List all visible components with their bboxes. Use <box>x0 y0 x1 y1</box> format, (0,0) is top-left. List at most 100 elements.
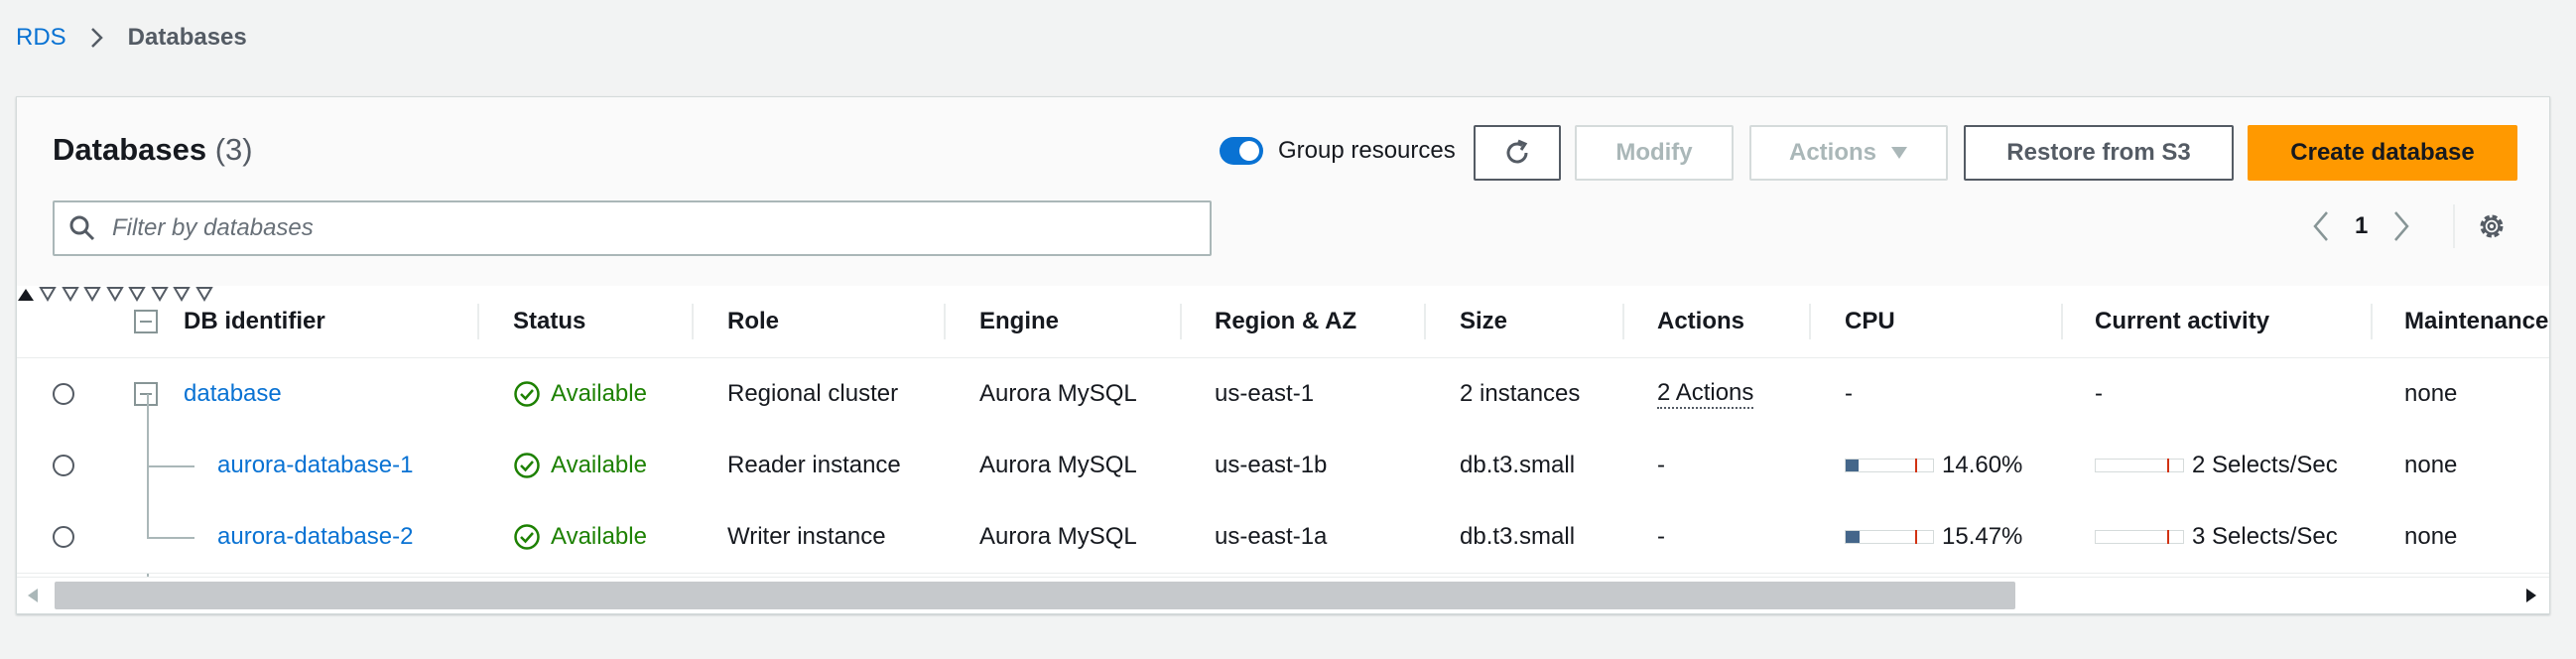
table-row[interactable]: database Available Regional cluster Auro… <box>17 358 2549 431</box>
column-header-actions[interactable]: Actions <box>1657 286 1744 357</box>
create-label: Create database <box>2290 139 2475 166</box>
column-label: Maintenance <box>2404 308 2549 334</box>
db-identifier-link[interactable]: database <box>184 358 282 430</box>
sort-ascending-icon[interactable] <box>17 288 35 302</box>
tree-connector <box>147 465 194 467</box>
breadcrumb: RDS Databases <box>16 24 247 52</box>
actions-label: Actions <box>1788 139 1876 166</box>
column-label: Current activity <box>2095 308 2270 334</box>
modify-button[interactable]: Modify <box>1575 125 1734 181</box>
horizontal-scrollbar[interactable] <box>17 577 2549 613</box>
refresh-icon <box>1506 139 1528 164</box>
page-title: Databases (3) <box>53 132 253 168</box>
column-divider <box>1424 304 1426 339</box>
column-header-role[interactable]: Role <box>727 286 779 357</box>
actions-popover-link[interactable]: 2 Actions <box>1657 379 1754 409</box>
activity-bar <box>2095 459 2184 472</box>
column-header-engine[interactable]: Engine <box>979 286 1059 357</box>
search-icon <box>69 215 95 241</box>
column-label: Actions <box>1657 308 1745 334</box>
db-identifier-link[interactable]: aurora-database-1 <box>217 430 413 501</box>
activity-threshold-marker <box>2167 459 2169 472</box>
scrollbar-thumb[interactable] <box>55 582 2015 609</box>
restore-from-s3-button[interactable]: Restore from S3 <box>1964 125 2234 181</box>
status-badge: Available <box>513 358 647 430</box>
chevron-right-icon[interactable] <box>2391 210 2411 242</box>
gear-icon[interactable] <box>2476 210 2508 242</box>
size-cell: db.t3.small <box>1460 523 1576 550</box>
toggle-switch[interactable] <box>1220 137 1263 165</box>
column-divider <box>2061 304 2063 339</box>
column-header-db-identifier[interactable]: DB identifier <box>184 286 325 357</box>
table-row[interactable]: aurora-database-1 Available Reader insta… <box>17 430 2549 502</box>
group-resources-toggle[interactable]: Group resources <box>1220 137 1456 165</box>
scroll-right-arrow-icon[interactable] <box>2525 588 2537 603</box>
column-header-maintenance[interactable]: Maintenance <box>2404 286 2548 357</box>
cpu-bar <box>1845 459 1934 472</box>
sort-icon[interactable] <box>39 286 58 302</box>
column-header-region-az[interactable]: Region & AZ <box>1215 286 1356 357</box>
maintenance-cell: none <box>2404 523 2458 550</box>
actions-cell[interactable]: 2 Actions <box>1657 358 1754 430</box>
activity-bar <box>2095 530 2184 544</box>
page-number[interactable]: 1 <box>2355 212 2368 240</box>
table-row[interactable]: aurora-database-2 Available Writer insta… <box>17 501 2549 574</box>
column-header-status[interactable]: Status <box>513 286 585 357</box>
column-header-cpu[interactable]: CPU <box>1845 286 1895 357</box>
size-cell: db.t3.small <box>1460 452 1576 478</box>
column-label: DB identifier <box>184 308 325 334</box>
chevron-left-icon[interactable] <box>2311 210 2331 242</box>
status-text: Available <box>551 523 647 550</box>
cpu-cell: 15.47% <box>1845 501 2022 573</box>
region-cell: us-east-1 <box>1215 380 1315 407</box>
sort-icon[interactable] <box>62 286 79 302</box>
toggle-knob <box>1239 141 1259 161</box>
column-label: Status <box>513 308 586 334</box>
engine-cell: Aurora MySQL <box>979 452 1137 478</box>
filter-input[interactable] <box>110 213 1186 243</box>
region-cell: us-east-1a <box>1215 523 1328 550</box>
check-circle-icon <box>514 524 540 550</box>
filter-box <box>53 200 1212 256</box>
column-header-current-activity[interactable]: Current activity <box>2095 286 2269 357</box>
scroll-left-arrow-icon[interactable] <box>27 588 39 603</box>
expand-all-icon[interactable] <box>134 286 158 357</box>
role-cell: Regional cluster <box>727 380 899 407</box>
cpu-threshold-marker <box>1915 459 1917 472</box>
tree-connector <box>147 537 194 539</box>
row-select-radio[interactable] <box>53 383 74 405</box>
row-select-radio[interactable] <box>53 455 74 476</box>
column-label: Engine <box>979 308 1060 334</box>
row-select-radio[interactable] <box>53 526 74 548</box>
group-resources-label: Group resources <box>1278 137 1456 164</box>
databases-panel: Databases (3) Group resources Modify Act… <box>16 96 2550 614</box>
status-text: Available <box>551 452 647 478</box>
create-database-button[interactable]: Create database <box>2248 125 2517 181</box>
column-label: Region & AZ <box>1215 308 1357 334</box>
table-header: DB identifier Status Role Engine Region … <box>17 286 2549 358</box>
collapse-icon[interactable] <box>134 358 158 430</box>
engine-cell: Aurora MySQL <box>979 523 1137 550</box>
actions-dropdown[interactable]: Actions <box>1749 125 1948 181</box>
engine-cell: Aurora MySQL <box>979 380 1137 407</box>
column-divider <box>477 304 479 339</box>
db-identifier-link[interactable]: aurora-database-2 <box>217 501 413 573</box>
actions-cell: - <box>1657 452 1665 478</box>
cpu-value: 15.47% <box>1942 523 2023 550</box>
sort-icon[interactable] <box>106 286 124 302</box>
breadcrumb-rds-link[interactable]: RDS <box>16 24 66 52</box>
column-divider <box>692 304 694 339</box>
column-header-size[interactable]: Size <box>1460 286 1507 357</box>
size-cell: 2 instances <box>1460 380 1581 407</box>
breadcrumb-current: Databases <box>127 24 247 51</box>
cpu-bar-fill <box>1846 460 1859 471</box>
tree-connector <box>147 501 149 539</box>
check-circle-icon <box>514 453 540 478</box>
refresh-button[interactable] <box>1474 125 1561 181</box>
chevron-right-icon <box>90 28 103 48</box>
region-cell: us-east-1b <box>1215 452 1328 478</box>
sort-icon[interactable] <box>83 286 102 302</box>
restore-label: Restore from S3 <box>2006 139 2191 166</box>
pager-divider <box>2453 204 2455 248</box>
activity-cell: 3 Selects/Sec <box>2095 501 2338 573</box>
